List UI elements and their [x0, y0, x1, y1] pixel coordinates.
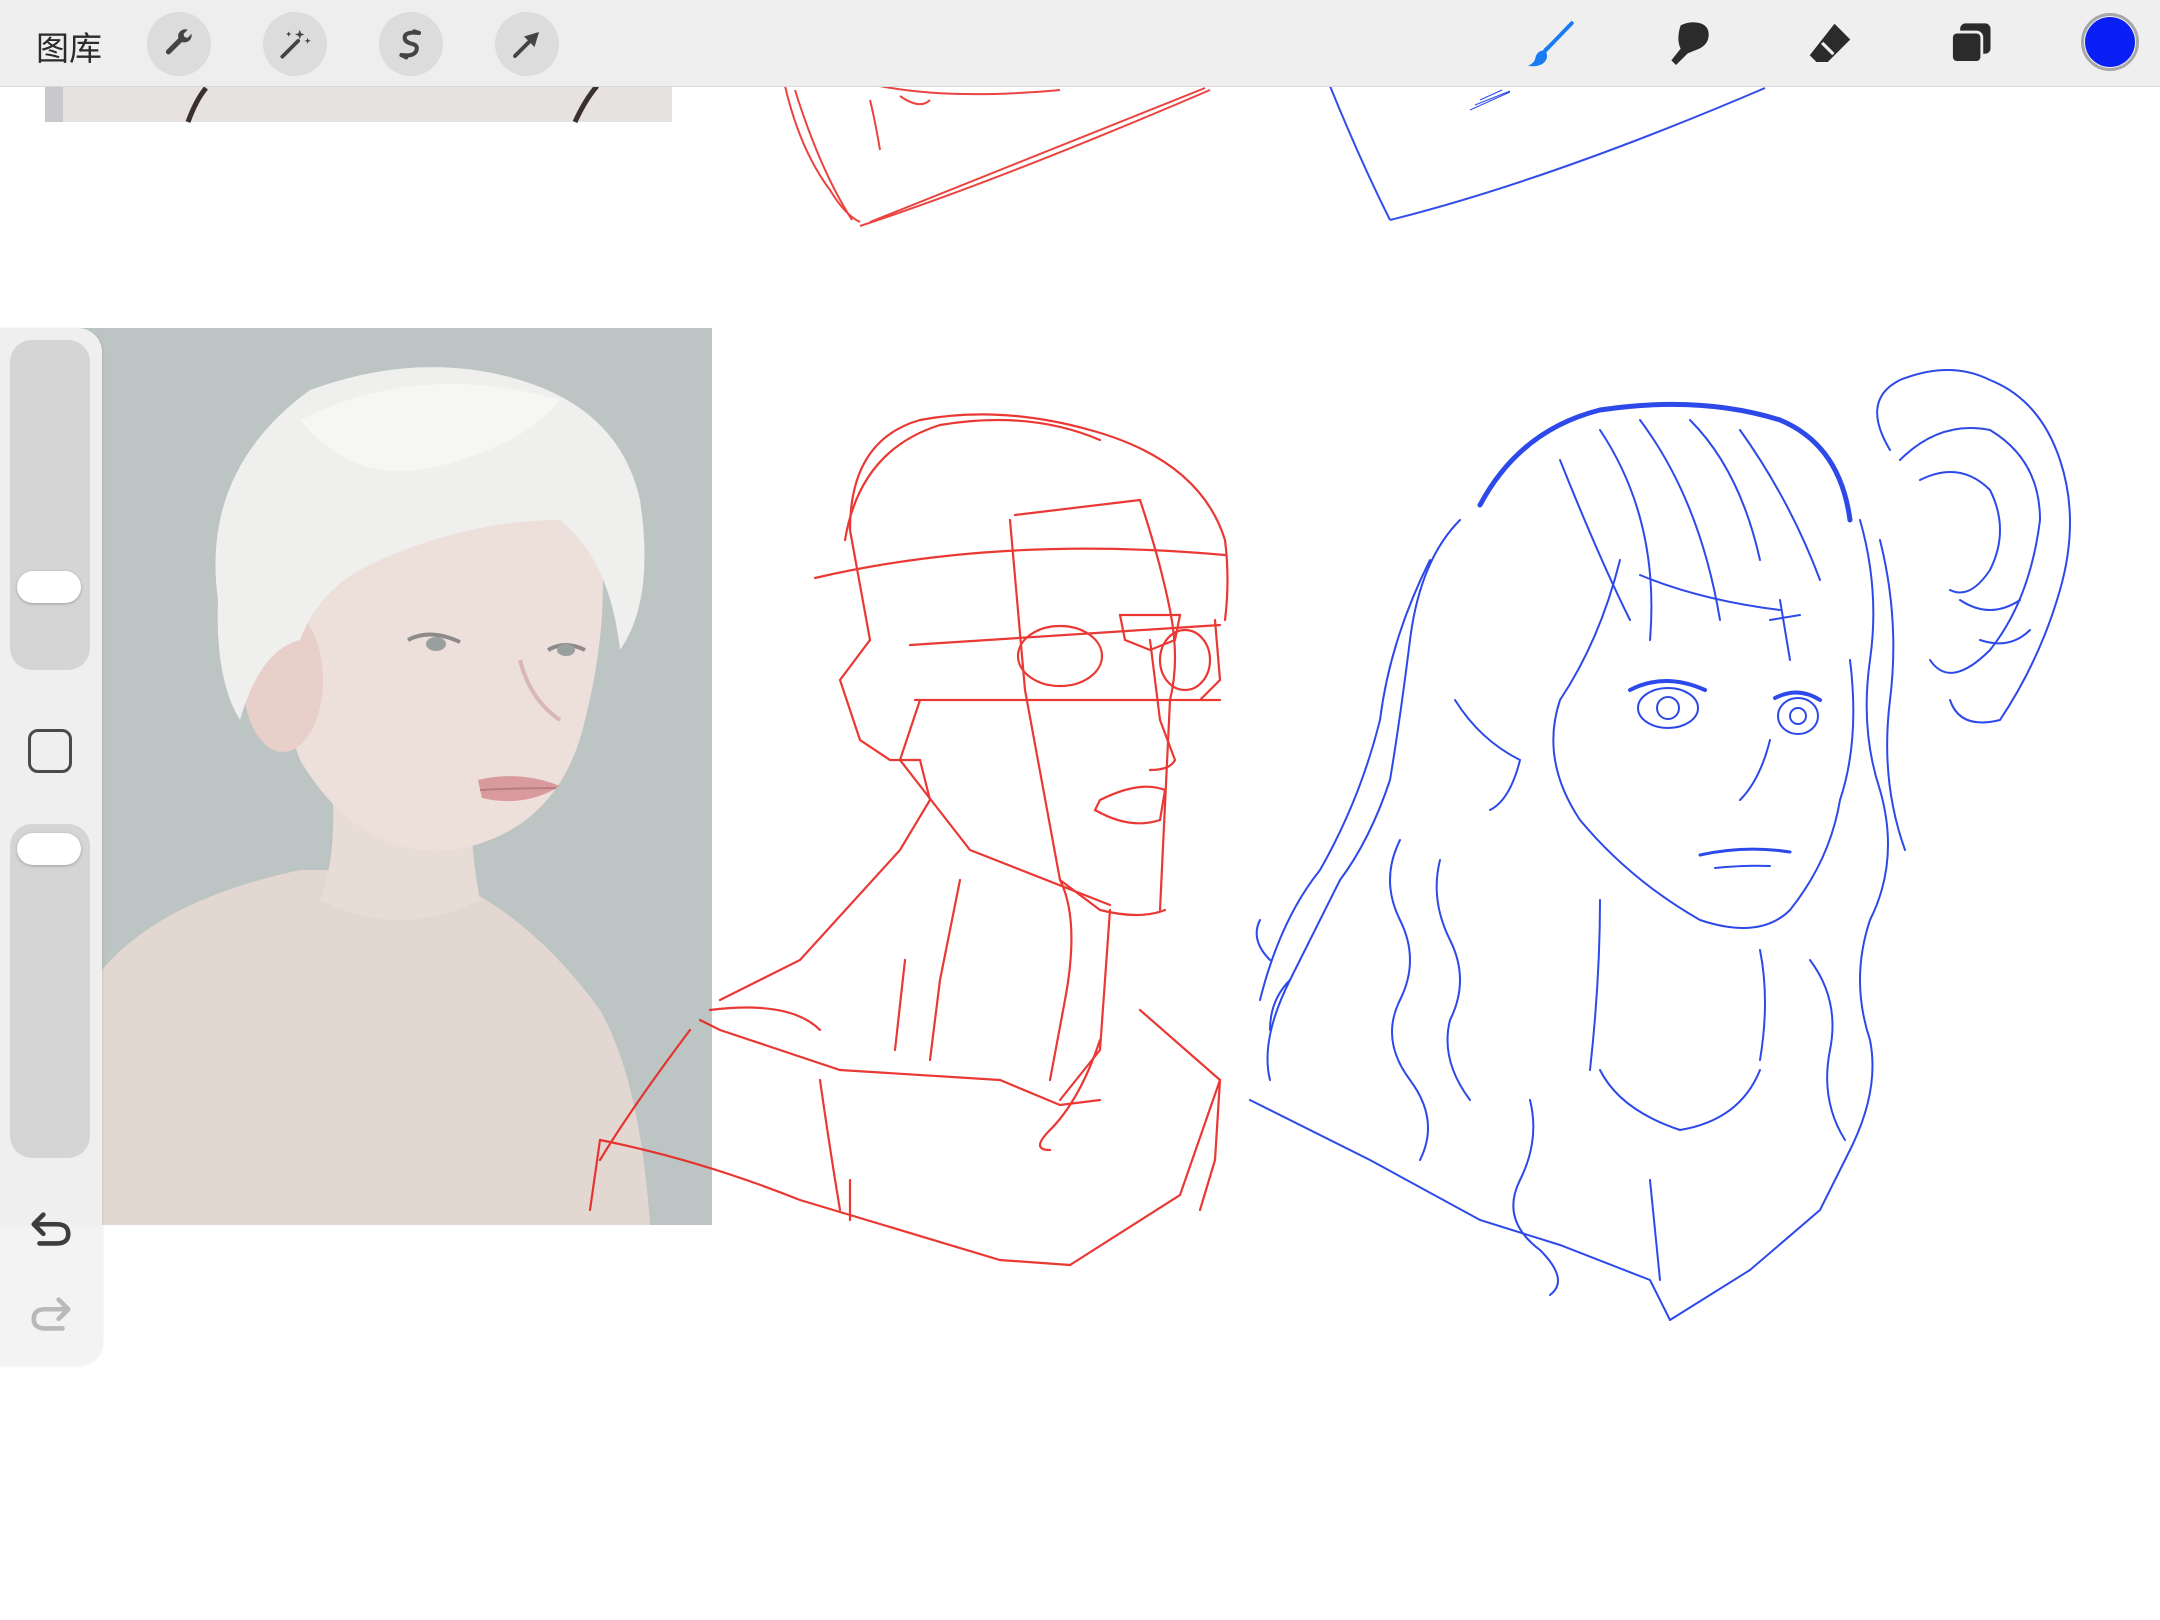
modify-button[interactable]	[28, 729, 72, 773]
top-toolbar: 图库	[0, 0, 2160, 87]
adjustments-button[interactable]	[263, 12, 327, 76]
brush-size-slider[interactable]	[10, 340, 90, 670]
current-color-swatch	[2085, 17, 2135, 67]
transform-button[interactable]	[495, 12, 559, 76]
left-sidebar	[0, 328, 102, 1366]
eraser-tool[interactable]	[1797, 11, 1863, 77]
smudge-icon	[1671, 22, 1709, 65]
blue-character-sketch	[1249, 369, 2071, 1321]
actions-button[interactable]	[147, 12, 211, 76]
reference-photo	[0, 328, 712, 1225]
selection-button[interactable]	[379, 12, 443, 76]
brush-size-slider-thumb[interactable]	[17, 571, 81, 603]
blue-sketch-top	[1329, 85, 1766, 221]
magic-wand-icon	[280, 29, 311, 59]
layers-icon	[1950, 23, 1991, 64]
red-sketch-top	[784, 85, 1211, 227]
drawing-canvas[interactable]	[0, 0, 2160, 1620]
gallery-button[interactable]: 图库	[36, 22, 102, 70]
layers-button[interactable]	[1938, 11, 2004, 77]
redo-icon	[31, 1297, 71, 1331]
opacity-slider-thumb[interactable]	[17, 833, 81, 865]
undo-button[interactable]	[24, 1208, 78, 1252]
brush-icon	[1528, 21, 1574, 67]
selection-s-icon	[399, 29, 421, 60]
smudge-tool[interactable]	[1657, 11, 1723, 77]
arrow-cursor-icon	[513, 32, 539, 58]
wrench-icon	[165, 29, 192, 55]
brush-tool[interactable]	[1518, 11, 1584, 77]
undo-icon	[31, 1212, 71, 1246]
eraser-icon	[1809, 23, 1851, 62]
opacity-slider[interactable]	[10, 824, 90, 1158]
color-picker-button[interactable]	[2081, 13, 2139, 71]
redo-button[interactable]	[24, 1293, 78, 1337]
